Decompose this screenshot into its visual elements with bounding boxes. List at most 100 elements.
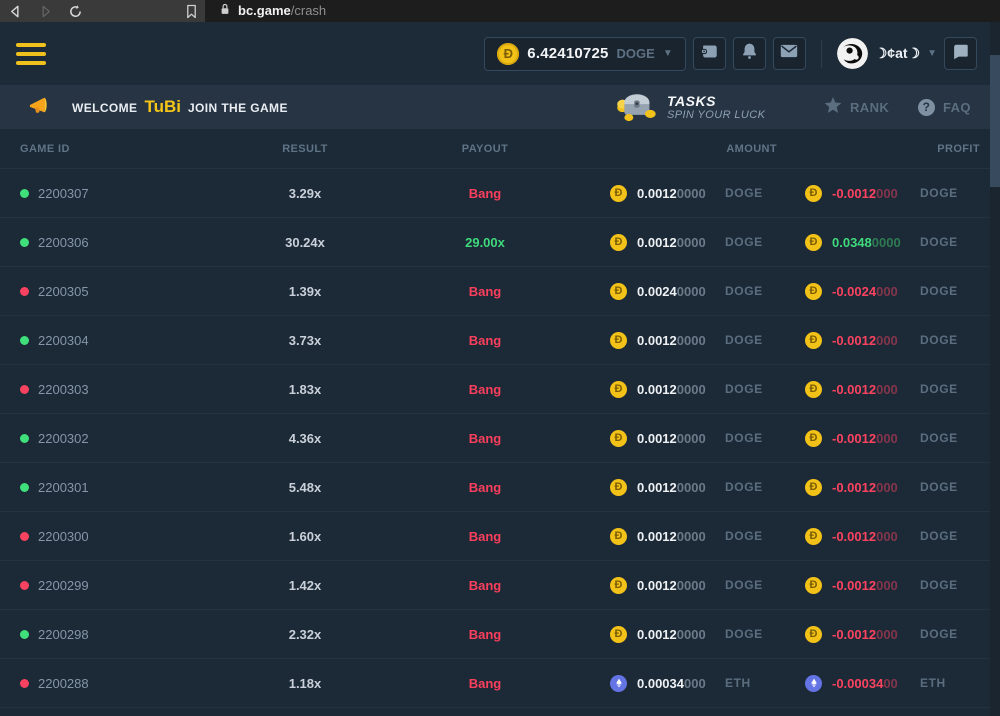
faq-link[interactable]: ? FAQ <box>918 99 971 116</box>
promo-banner: WELCOME TuBi JOIN THE GAME TASKS SPIN YO… <box>0 85 1000 129</box>
welcome-prefix: WELCOME <box>72 101 137 115</box>
doge-coin-icon: Đ <box>610 234 627 251</box>
payout-value: Bang <box>360 627 610 642</box>
url-host: bc.game <box>238 3 291 18</box>
rank-link[interactable]: RANK <box>824 97 889 117</box>
result-multiplier: 1.39x <box>250 284 360 299</box>
doge-coin-icon: Đ <box>497 43 519 65</box>
user-menu[interactable]: ☽¢at☽ ▼ <box>837 38 937 69</box>
doge-coin-icon: Đ <box>805 381 822 398</box>
lock-icon <box>219 2 231 21</box>
currency-label: DOGE <box>725 235 763 249</box>
status-dot <box>20 630 29 639</box>
payout-value: Bang <box>360 382 610 397</box>
amount-cell: Đ 0.00120000 DOGE <box>610 234 805 251</box>
result-multiplier: 4.36x <box>250 431 360 446</box>
result-multiplier: 5.48x <box>250 480 360 495</box>
table-row[interactable]: 2200305 1.39x Bang Đ 0.00240000 DOGE Đ -… <box>0 266 1000 315</box>
balance-currency: DOGE <box>617 46 655 61</box>
amount-cell: Đ 0.00120000 DOGE <box>610 528 805 545</box>
game-id: 2200298 <box>38 627 89 642</box>
payout-value: Bang <box>360 480 610 495</box>
game-id: 2200288 <box>38 676 89 691</box>
status-dot <box>20 483 29 492</box>
eth-coin-icon <box>610 675 627 692</box>
faq-label: FAQ <box>943 100 971 115</box>
table-row[interactable]: 2200300 1.60x Bang Đ 0.00120000 DOGE Đ -… <box>0 511 1000 560</box>
megaphone-icon <box>28 94 52 121</box>
table-row[interactable]: 2200299 1.42x Bang Đ 0.00120000 DOGE Đ -… <box>0 560 1000 609</box>
balance-dropdown[interactable]: Đ 6.42410725 DOGE ▼ <box>484 37 685 71</box>
status-dot <box>20 189 29 198</box>
table-row[interactable]: 2200302 4.36x Bang Đ 0.00120000 DOGE Đ -… <box>0 413 1000 462</box>
url-path: /crash <box>291 3 326 18</box>
currency-label: DOGE <box>920 480 958 494</box>
address-bar[interactable]: bc.game/crash <box>205 0 1000 22</box>
wallet-button[interactable] <box>693 37 726 70</box>
status-dot <box>20 238 29 247</box>
doge-coin-icon: Đ <box>805 332 822 349</box>
browser-chrome: bc.game/crash <box>0 0 1000 22</box>
notifications-button[interactable] <box>733 37 766 70</box>
menu-icon[interactable] <box>16 43 46 65</box>
header-divider <box>821 40 822 68</box>
table-row[interactable]: 2200304 3.73x Bang Đ 0.00120000 DOGE Đ -… <box>0 315 1000 364</box>
doge-coin-icon: Đ <box>610 430 627 447</box>
tasks-title: TASKS <box>667 93 765 109</box>
profit-cell: Đ -0.0024000 DOGE <box>805 283 980 300</box>
currency-label: DOGE <box>920 578 958 592</box>
chevron-down-icon: ▼ <box>927 48 937 59</box>
amount-cell: Đ 0.00120000 DOGE <box>610 430 805 447</box>
currency-label: DOGE <box>725 578 763 592</box>
welcome-suffix: JOIN THE GAME <box>188 101 288 115</box>
amount-cell: 0.00034000 ETH <box>610 675 805 692</box>
table-header: GAME ID RESULT PAYOUT AMOUNT PROFIT <box>0 129 1000 168</box>
amount-cell: Đ 0.00120000 DOGE <box>610 332 805 349</box>
currency-label: DOGE <box>725 627 763 641</box>
currency-label: DOGE <box>725 186 763 200</box>
amount-cell: Đ 0.00120000 DOGE <box>610 626 805 643</box>
currency-label: DOGE <box>725 529 763 543</box>
mail-icon <box>780 44 798 63</box>
doge-coin-icon: Đ <box>805 283 822 300</box>
status-dot <box>20 336 29 345</box>
reload-icon[interactable] <box>60 0 90 22</box>
scrollbar-thumb[interactable] <box>990 55 1000 187</box>
result-multiplier: 1.42x <box>250 578 360 593</box>
result-multiplier: 2.32x <box>250 627 360 642</box>
bets-table: GAME ID RESULT PAYOUT AMOUNT PROFIT 2200… <box>0 129 1000 708</box>
table-body: 2200307 3.29x Bang Đ 0.00120000 DOGE Đ -… <box>0 168 1000 707</box>
eth-coin-icon <box>805 675 822 692</box>
balance-value: 6.42410725 <box>527 45 608 62</box>
amount-cell: Đ 0.00120000 DOGE <box>610 381 805 398</box>
doge-coin-icon: Đ <box>805 528 822 545</box>
game-id: 2200306 <box>38 235 89 250</box>
table-row[interactable]: 2200303 1.83x Bang Đ 0.00120000 DOGE Đ -… <box>0 364 1000 413</box>
back-icon[interactable] <box>0 0 30 22</box>
doge-coin-icon: Đ <box>610 381 627 398</box>
messages-button[interactable] <box>773 37 806 70</box>
game-id: 2200304 <box>38 333 89 348</box>
avatar <box>837 38 868 69</box>
col-profit: PROFIT <box>805 143 980 155</box>
currency-label: DOGE <box>725 333 763 347</box>
table-row[interactable]: 2200288 1.18x Bang 0.00034000 ETH -0.000… <box>0 658 1000 707</box>
payout-value: Bang <box>360 676 610 691</box>
bookmark-icon[interactable] <box>176 0 206 22</box>
status-dot <box>20 581 29 590</box>
profit-cell: Đ -0.0012000 DOGE <box>805 185 980 202</box>
amount-cell: Đ 0.00120000 DOGE <box>610 577 805 594</box>
currency-label: DOGE <box>920 235 958 249</box>
table-row[interactable]: 2200298 2.32x Bang Đ 0.00120000 DOGE Đ -… <box>0 609 1000 658</box>
currency-label: DOGE <box>920 284 958 298</box>
table-row[interactable]: 2200307 3.29x Bang Đ 0.00120000 DOGE Đ -… <box>0 168 1000 217</box>
forward-icon[interactable] <box>30 0 60 22</box>
table-row[interactable]: 2200301 5.48x Bang Đ 0.00120000 DOGE Đ -… <box>0 462 1000 511</box>
game-id: 2200302 <box>38 431 89 446</box>
page-scrollbar[interactable] <box>990 22 1000 716</box>
payout-value: Bang <box>360 578 610 593</box>
tasks-widget[interactable]: TASKS SPIN YOUR LUCK <box>615 88 765 127</box>
game-id: 2200303 <box>38 382 89 397</box>
table-row[interactable]: 2200306 30.24x 29.00x Đ 0.00120000 DOGE … <box>0 217 1000 266</box>
chat-toggle-button[interactable] <box>944 37 977 70</box>
